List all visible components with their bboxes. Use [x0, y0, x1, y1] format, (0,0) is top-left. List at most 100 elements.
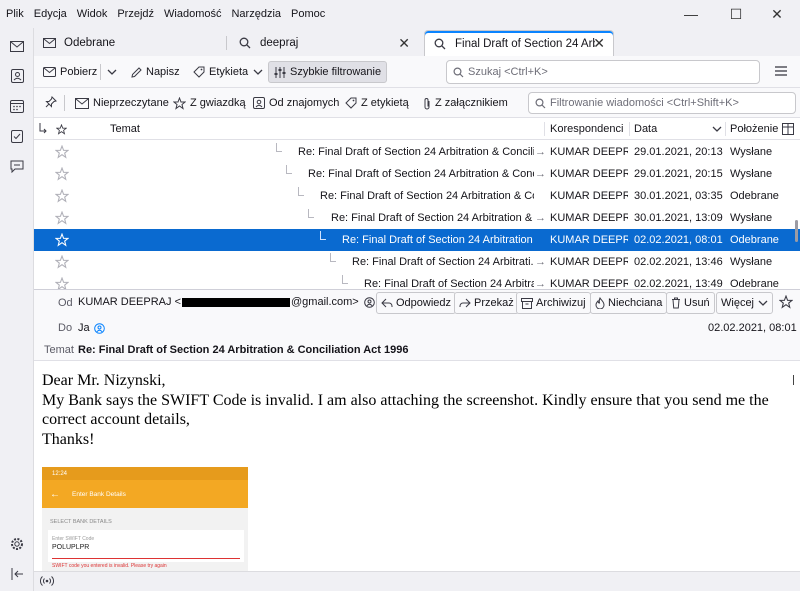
close-window-button[interactable]: ✕: [754, 0, 800, 28]
delete-button[interactable]: Usuń: [666, 292, 715, 314]
tasks-icon[interactable]: [7, 126, 27, 146]
tab-inbox[interactable]: Odebrane: [34, 30, 222, 56]
collapse-spaces-icon[interactable]: [7, 564, 27, 584]
row-location: Wysłane: [730, 212, 773, 224]
filter-messages-input[interactable]: Filtrowanie wiadomości <Ctrl+Shift+K>: [528, 92, 796, 114]
mail-space-icon[interactable]: [7, 36, 27, 56]
flame-icon: [595, 297, 605, 309]
quick-filter-button[interactable]: Szybkie filtrowanie: [268, 61, 388, 83]
contact-icon[interactable]: [363, 296, 375, 308]
get-mail-dropdown[interactable]: [102, 61, 122, 83]
table-row[interactable]: Re: Final Draft of Section 24 Arbitrati.…: [34, 251, 800, 273]
filter-unread-button[interactable]: Nieprzeczytane: [72, 92, 172, 114]
forward-button[interactable]: Przekaż: [454, 292, 519, 314]
filter-placeholder: Filtrowanie wiadomości <Ctrl+Shift+K>: [550, 97, 739, 109]
tag-label: Etykieta: [209, 66, 249, 78]
app-menu-button[interactable]: [770, 61, 792, 83]
outgoing-arrow-icon: →: [535, 278, 546, 289]
body-scrollbar[interactable]: [793, 375, 794, 385]
menu-file[interactable]: Plik: [0, 8, 28, 20]
filter-tagged-button[interactable]: Z etykietą: [342, 92, 412, 114]
filter-attachment-button[interactable]: Z załącznikiem: [420, 92, 511, 114]
thread-line: [298, 187, 304, 196]
menu-view[interactable]: Widok: [71, 8, 112, 20]
back-arrow-icon: ←: [50, 488, 60, 500]
settings-icon[interactable]: [7, 534, 27, 554]
filter-starred-button[interactable]: Z gwiazdką: [170, 92, 249, 114]
star-icon[interactable]: [54, 254, 70, 270]
filter-contact-button[interactable]: Od znajomych: [250, 92, 342, 114]
table-row[interactable]: Re: Final Draft of Section 24 Arbitrati.…: [34, 273, 800, 289]
contact-icon[interactable]: [93, 322, 105, 334]
filter-sliders-icon: [274, 66, 286, 78]
outgoing-arrow-icon: →: [535, 212, 546, 224]
row-date: 29.01.2021, 20:13: [634, 146, 723, 158]
search-icon: [238, 37, 252, 49]
sticky-filter-button[interactable]: [42, 92, 60, 114]
tab-final-draft[interactable]: Final Draft of Section 24 Arbitra ✕: [424, 30, 614, 56]
star-icon: [778, 294, 794, 312]
tag-button[interactable]: Etykieta: [188, 61, 268, 83]
to-value[interactable]: Ja: [78, 322, 105, 334]
menu-edit[interactable]: Edycja: [28, 8, 71, 20]
star-icon[interactable]: [54, 276, 70, 289]
table-row-selected[interactable]: Re: Final Draft of Section 24 Arbitratio…: [34, 229, 800, 251]
star-icon[interactable]: [54, 166, 70, 182]
star-column-icon[interactable]: [56, 118, 67, 140]
minimize-button[interactable]: —: [668, 0, 714, 28]
menu-go[interactable]: Przejdź: [111, 8, 158, 20]
column-picker-icon[interactable]: [782, 118, 794, 140]
reply-button[interactable]: Odpowiedz: [376, 292, 457, 314]
tab-search-deepraj[interactable]: deepraj ✕: [230, 30, 418, 56]
global-search-input[interactable]: Szukaj <Ctrl+K>: [446, 60, 760, 84]
filter-attachment-label: Z załącznikiem: [435, 97, 508, 109]
table-row[interactable]: Re: Final Draft of Section 24 Arbitratio…: [34, 141, 800, 163]
archive-icon: [521, 297, 533, 309]
menu-help[interactable]: Pomoc: [285, 8, 329, 20]
filter-tagged-label: Z etykietą: [361, 97, 409, 109]
star-message-button[interactable]: [774, 292, 798, 314]
menu-tools[interactable]: Narzędzia: [225, 8, 285, 20]
address-book-icon[interactable]: [7, 66, 27, 86]
junk-button[interactable]: Niechciana: [590, 292, 668, 314]
row-date: 02.02.2021, 13:46: [634, 256, 723, 268]
sort-chevron-icon[interactable]: [712, 118, 722, 140]
row-subject: Re: Final Draft of Section 24 Arbitratio…: [298, 146, 534, 158]
column-correspondents[interactable]: Korespondenci: [550, 118, 623, 140]
star-icon[interactable]: [54, 144, 70, 160]
column-location[interactable]: Położenie: [730, 118, 778, 140]
star-icon[interactable]: [54, 188, 70, 204]
close-tab-icon[interactable]: ✕: [398, 35, 410, 52]
calendar-icon[interactable]: [7, 96, 27, 116]
phone-field-underline: [52, 558, 240, 559]
thread-column-icon[interactable]: [38, 118, 48, 140]
phone-time: 12:24: [52, 470, 68, 477]
menu-message[interactable]: Wiadomość: [158, 8, 225, 20]
table-row[interactable]: Re: Final Draft of Section 24 Arbitratio…: [34, 207, 800, 229]
redaction-bar: [182, 297, 290, 307]
more-button[interactable]: Więcej: [716, 292, 774, 314]
thread-list-scrollbar[interactable]: [795, 220, 798, 242]
close-tab-icon[interactable]: ✕: [593, 35, 605, 52]
archive-button[interactable]: Archiwizuj: [516, 292, 591, 314]
row-location: Wysłane: [730, 256, 773, 268]
row-subject: Re: Final Draft of Section 24 Arbitratio…: [331, 212, 534, 224]
chat-icon[interactable]: [7, 156, 27, 176]
online-status-icon[interactable]: [40, 575, 54, 587]
row-correspondent: KUMAR DEEPR...: [550, 190, 628, 202]
column-date[interactable]: Data: [634, 118, 657, 140]
row-correspondent: KUMAR DEEPR...: [550, 168, 628, 180]
star-icon[interactable]: [54, 210, 70, 226]
table-row[interactable]: Re: Final Draft of Section 24 Arbitratio…: [34, 163, 800, 185]
star-icon[interactable]: [54, 232, 70, 248]
outgoing-arrow-icon: →: [535, 168, 546, 180]
column-subject[interactable]: Temat: [110, 118, 140, 140]
from-value[interactable]: KUMAR DEEPRAJ < @gmail.com>: [78, 296, 375, 308]
maximize-button[interactable]: ☐: [713, 0, 759, 28]
chevron-down-icon: [107, 66, 117, 78]
attachment-screenshot[interactable]: 12:24 ← Enter Bank Details SELECT BANK D…: [42, 467, 248, 571]
star-icon: [173, 96, 186, 110]
write-button[interactable]: Napisz: [126, 61, 185, 83]
get-mail-button[interactable]: Pobierz: [38, 61, 102, 83]
table-row[interactable]: Re: Final Draft of Section 24 Arbitratio…: [34, 185, 800, 207]
